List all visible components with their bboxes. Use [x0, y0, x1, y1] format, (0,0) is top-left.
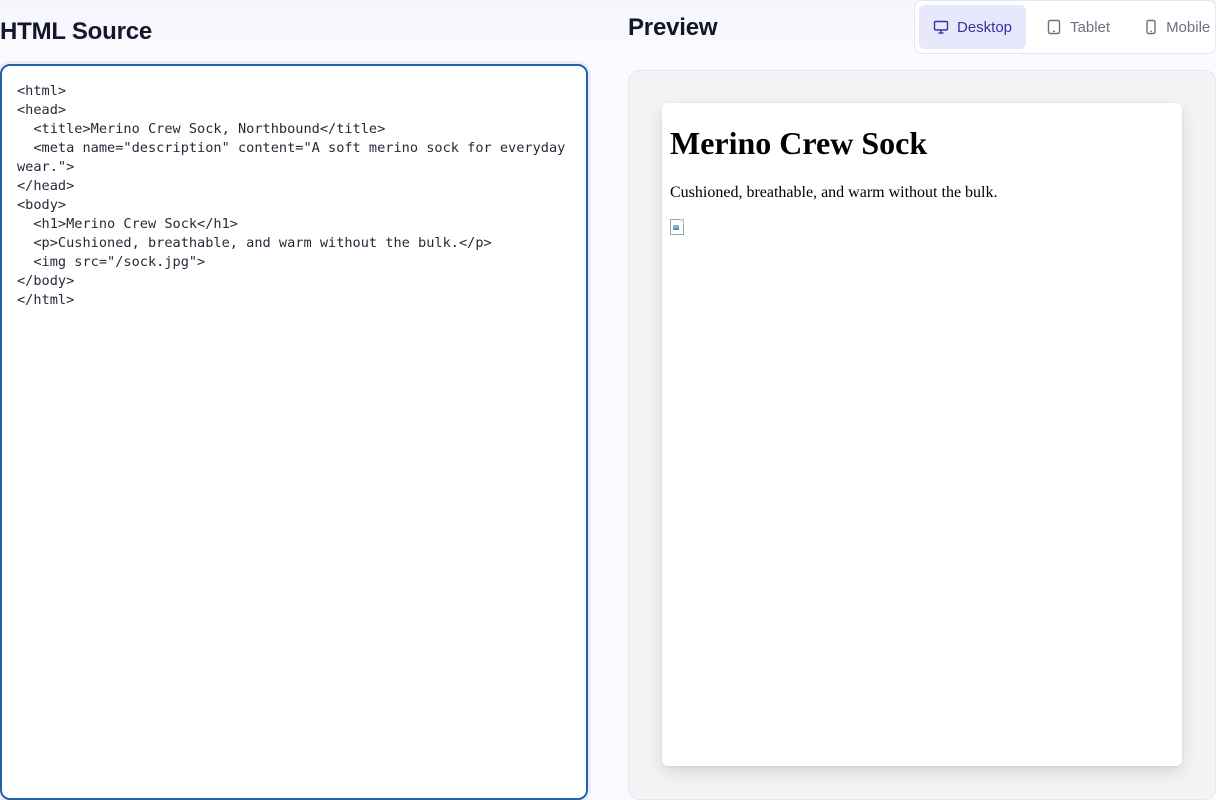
tablet-button[interactable]: Tablet: [1032, 5, 1124, 49]
rendered-paragraph: Cushioned, breathable, and warm without …: [670, 184, 998, 201]
source-panel-title: HTML Source: [0, 18, 153, 45]
rendered-heading: Merino Crew Sock: [670, 125, 928, 161]
mobile-label: Mobile: [1166, 18, 1211, 36]
preview-frame: Merino Crew Sock Cushioned, breathable, …: [662, 103, 1182, 766]
html-source-editor[interactable]: <html> <head> <title>Merino Crew Sock, N…: [2, 66, 586, 798]
tablet-label: Tablet: [1070, 18, 1111, 36]
desktop-button[interactable]: Desktop: [919, 5, 1027, 49]
mobile-button[interactable]: Mobile: [1130, 5, 1216, 49]
tablet-icon: [1046, 19, 1062, 35]
preview-panel-title: Preview: [628, 14, 718, 41]
phone-icon: [1144, 19, 1158, 35]
source-editor-container: <html> <head> <title>Merino Crew Sock, N…: [0, 64, 588, 800]
html-preview-tool: HTML Source <html> <head> <title>Merino …: [0, 0, 1216, 800]
device-toggle-group: Desktop Tablet Mobile: [914, 0, 1216, 54]
desktop-label: Desktop: [957, 18, 1013, 36]
monitor-icon: [933, 19, 949, 35]
broken-image-icon: [670, 219, 686, 235]
